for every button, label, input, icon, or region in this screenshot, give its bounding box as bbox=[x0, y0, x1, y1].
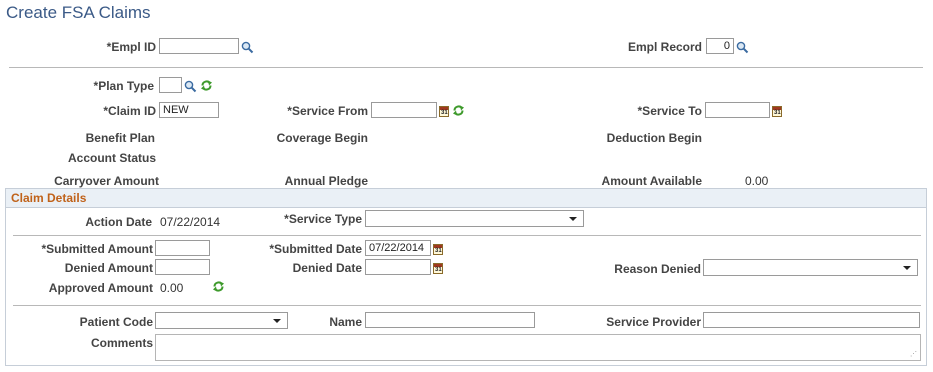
empl-record-label: Empl Record bbox=[627, 40, 702, 54]
submitted-date-label: *Submitted Date bbox=[269, 242, 362, 256]
details-divider-2 bbox=[13, 305, 921, 306]
amount-available-value: 0.00 bbox=[745, 174, 769, 188]
plan-type-refresh-icon[interactable] bbox=[200, 79, 213, 92]
chevron-down-icon bbox=[273, 319, 281, 323]
claim-id-input[interactable] bbox=[159, 102, 219, 118]
empl-record-lookup-icon[interactable] bbox=[736, 41, 749, 54]
comments-label: Comments bbox=[90, 336, 153, 350]
action-date-label: Action Date bbox=[85, 215, 152, 229]
action-date-value: 07/22/2014 bbox=[160, 215, 221, 229]
service-from-input[interactable] bbox=[371, 102, 437, 118]
empl-id-lookup-icon[interactable] bbox=[241, 41, 254, 54]
claim-details-title: Claim Details bbox=[11, 191, 87, 205]
plan-type-label: *Plan Type bbox=[93, 79, 154, 93]
denied-amount-label: Denied Amount bbox=[64, 261, 153, 275]
chevron-down-icon bbox=[569, 217, 577, 221]
service-from-refresh-icon[interactable] bbox=[452, 104, 465, 117]
resize-grip-icon[interactable]: ⋰ bbox=[910, 351, 918, 358]
header-divider bbox=[9, 67, 923, 68]
service-to-label: *Service To bbox=[637, 104, 702, 118]
denied-date-label: Denied Date bbox=[292, 261, 362, 275]
denied-date-input[interactable] bbox=[365, 259, 431, 275]
patient-code-label: Patient Code bbox=[79, 315, 153, 329]
name-input[interactable] bbox=[365, 312, 535, 328]
submitted-amount-label: *Submitted Amount bbox=[41, 242, 153, 256]
annual-pledge-label: Annual Pledge bbox=[284, 174, 368, 188]
amount-available-label: Amount Available bbox=[601, 174, 702, 188]
approved-amount-refresh-icon[interactable] bbox=[212, 280, 225, 293]
denied-date-calendar-icon[interactable]: 31 bbox=[433, 263, 443, 274]
submitted-date-input[interactable] bbox=[365, 240, 431, 256]
empl-id-label: *Empl ID bbox=[106, 40, 156, 54]
service-to-input[interactable] bbox=[705, 102, 770, 118]
comments-textarea[interactable]: ⋰ bbox=[155, 334, 921, 361]
plan-type-lookup-icon[interactable] bbox=[184, 80, 197, 93]
service-from-calendar-icon[interactable]: 31 bbox=[439, 106, 449, 117]
reason-denied-label: Reason Denied bbox=[614, 262, 701, 276]
coverage-begin-label: Coverage Begin bbox=[276, 131, 368, 145]
service-provider-input[interactable] bbox=[703, 312, 920, 328]
patient-code-select[interactable] bbox=[155, 312, 288, 329]
denied-amount-input[interactable] bbox=[155, 259, 210, 275]
service-type-label: *Service Type bbox=[284, 212, 362, 226]
claim-details-header: Claim Details bbox=[6, 189, 926, 208]
service-provider-label: Service Provider bbox=[606, 315, 701, 329]
submitted-date-calendar-icon[interactable]: 31 bbox=[433, 244, 443, 255]
submitted-amount-input[interactable] bbox=[155, 240, 210, 256]
empl-record-input[interactable] bbox=[706, 38, 734, 54]
benefit-plan-label: Benefit Plan bbox=[85, 131, 155, 145]
service-type-select[interactable] bbox=[365, 210, 584, 227]
empl-id-input[interactable] bbox=[159, 38, 239, 54]
approved-amount-value: 0.00 bbox=[160, 281, 184, 295]
page-title: Create FSA Claims bbox=[6, 3, 151, 22]
chevron-down-icon bbox=[903, 266, 911, 270]
approved-amount-label: Approved Amount bbox=[48, 281, 153, 295]
plan-type-input[interactable] bbox=[159, 77, 182, 93]
carryover-amount-label: Carryover Amount bbox=[54, 174, 159, 188]
claim-id-label: *Claim ID bbox=[103, 104, 156, 118]
reason-denied-select[interactable] bbox=[703, 259, 918, 276]
name-label: Name bbox=[329, 315, 362, 329]
details-divider-1 bbox=[13, 235, 921, 236]
account-status-label: Account Status bbox=[67, 151, 156, 165]
deduction-begin-label: Deduction Begin bbox=[606, 131, 702, 145]
service-to-calendar-icon[interactable]: 31 bbox=[772, 106, 782, 117]
service-from-label: *Service From bbox=[287, 104, 368, 118]
